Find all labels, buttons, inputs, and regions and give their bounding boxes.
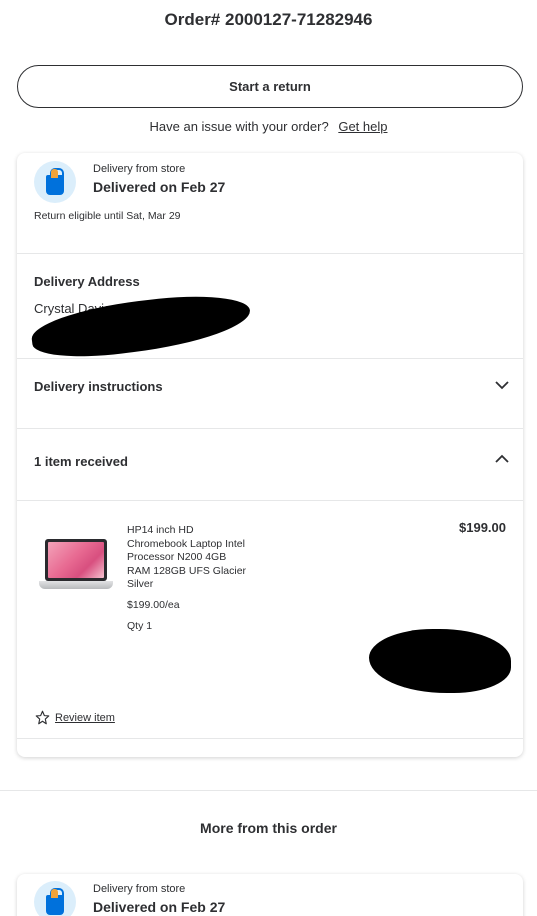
more-delivery-source: Delivery from store [93, 883, 186, 895]
delivery-instructions-section[interactable]: Delivery instructions [17, 359, 523, 429]
delivery-source: Delivery from store [93, 163, 186, 175]
redaction-mark [28, 287, 254, 365]
bag-icon [34, 881, 76, 916]
return-eligibility: Return eligible until Sat, Mar 29 [34, 210, 181, 222]
items-header-section[interactable]: 1 item received [17, 429, 523, 501]
order-details-card: Delivery from store Delivered on Feb 27 … [17, 153, 523, 757]
chevron-up-icon[interactable] [495, 452, 509, 466]
order-title: Order# 2000127-71282946 [164, 10, 373, 29]
star-icon [35, 710, 50, 725]
item-quantity: Qty 1 [127, 620, 153, 632]
more-order-card: Delivery from store Delivered on Feb 27 [17, 874, 523, 916]
more-delivery-status: Delivered on Feb 27 [93, 899, 226, 915]
section-divider [0, 790, 537, 791]
get-help-link[interactable]: Get help [338, 119, 387, 134]
items-heading: 1 item received [34, 454, 128, 469]
redaction-mark [369, 629, 511, 693]
more-from-order-heading: More from this order [200, 820, 337, 836]
help-line: Have an issue with your order? Get help [0, 119, 537, 134]
item-row: HP14 inch HD Chromebook Laptop Intel Pro… [17, 501, 523, 739]
item-unit-price: $199.00/ea [127, 599, 180, 611]
instructions-heading: Delivery instructions [34, 379, 163, 394]
item-price: $199.00 [459, 520, 506, 535]
review-item-label[interactable]: Review item [55, 712, 115, 724]
product-image[interactable] [39, 539, 113, 597]
help-question: Have an issue with your order? [149, 119, 329, 134]
delivery-status: Delivered on Feb 27 [93, 179, 226, 195]
delivery-status-section: Delivery from store Delivered on Feb 27 … [17, 153, 523, 254]
delivery-address-section: Delivery Address Crystal Davis [17, 254, 523, 365]
chevron-down-icon[interactable] [495, 378, 509, 392]
bag-icon [34, 161, 76, 203]
start-return-button[interactable]: Start a return [17, 65, 523, 108]
address-heading: Delivery Address [34, 274, 140, 289]
item-name[interactable]: HP14 inch HD Chromebook Laptop Intel Pro… [127, 524, 247, 592]
review-item-link[interactable]: Review item [35, 710, 115, 725]
